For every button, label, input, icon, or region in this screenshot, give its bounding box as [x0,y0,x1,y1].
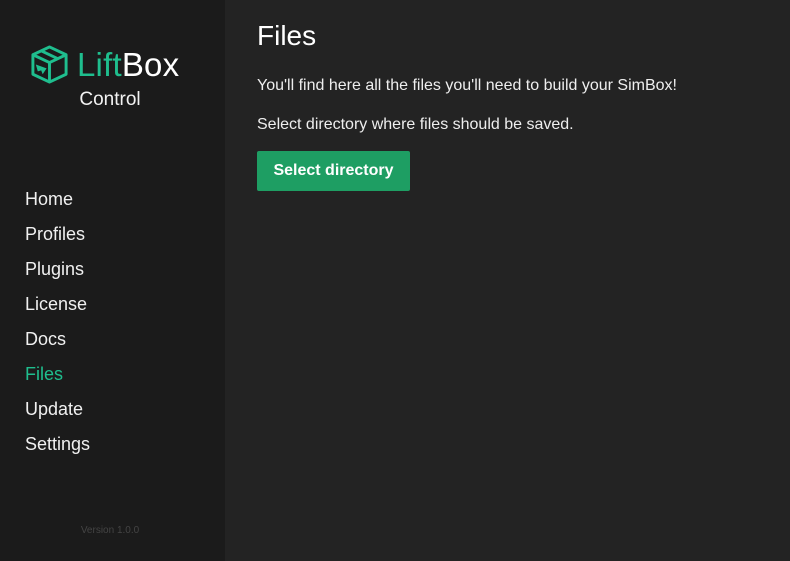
app-window: LiftBox Control Home Profiles Plugins Li… [0,0,790,561]
sidebar-item-plugins[interactable]: Plugins [25,255,90,290]
sidebar-nav: Home Profiles Plugins License Docs Files… [25,185,90,465]
main-content: Files You'll find here all the files you… [225,0,790,561]
brand-logo: LiftBox [29,44,179,85]
version-label: Version 1.0.0 [80,525,140,536]
sidebar-item-settings[interactable]: Settings [25,430,90,465]
directory-hint: Select directory where files should be s… [257,116,574,133]
brand-name-box: Box [121,45,180,83]
sidebar-item-docs[interactable]: Docs [25,325,90,360]
sidebar-item-files[interactable]: Files [25,360,90,395]
brand-name: LiftBox [77,45,179,85]
sidebar-item-license[interactable]: License [25,290,90,325]
sidebar-item-home[interactable]: Home [25,185,90,220]
brand-subtitle: Control [79,89,141,110]
package-plane-icon [31,45,68,84]
page-title: Files [257,20,317,51]
sidebar-item-profiles[interactable]: Profiles [25,220,90,255]
intro-text: You'll find here all the files you'll ne… [257,77,677,94]
select-directory-button[interactable]: Select directory [257,151,410,191]
sidebar-item-update[interactable]: Update [25,395,90,430]
sidebar: LiftBox Control Home Profiles Plugins Li… [0,0,225,561]
brand-name-lift: Lift [77,45,122,83]
